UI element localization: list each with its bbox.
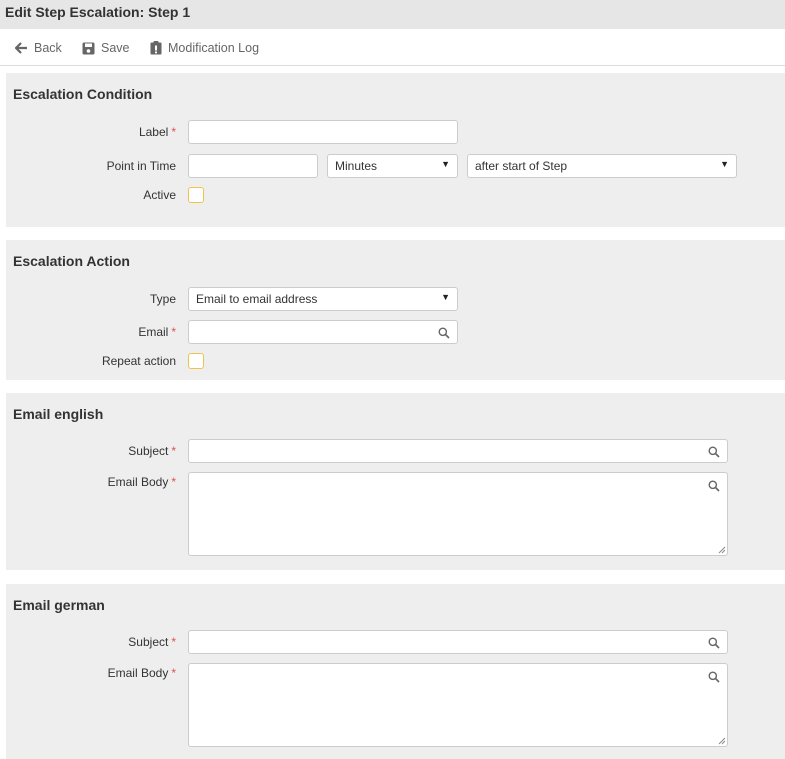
email-label: Email * xyxy=(138,325,176,339)
email-body-label: Email Body * xyxy=(107,666,176,680)
action-type-select[interactable]: Email to email address ▼ xyxy=(188,287,458,311)
resize-handle-icon[interactable] xyxy=(718,737,726,745)
section-heading: Email german xyxy=(13,597,105,613)
action-type-value: Email to email address xyxy=(196,292,318,306)
email-english-section: Email english Subject * Email Body * xyxy=(6,393,785,570)
modification-log-label: Modification Log xyxy=(168,41,260,55)
label-input[interactable] xyxy=(188,120,458,144)
modification-log-button[interactable]: Modification Log xyxy=(150,39,259,57)
search-icon[interactable] xyxy=(708,671,720,683)
time-unit-value: Minutes xyxy=(335,159,378,173)
save-label: Save xyxy=(101,41,130,55)
search-icon[interactable] xyxy=(708,480,720,492)
search-icon[interactable] xyxy=(438,327,450,339)
search-icon[interactable] xyxy=(708,637,720,649)
escalation-action-section: Escalation Action Type Email to email ad… xyxy=(6,240,785,380)
section-heading: Escalation Condition xyxy=(13,86,153,102)
point-in-time-label: Point in Time xyxy=(106,159,176,173)
active-checkbox[interactable] xyxy=(188,187,204,203)
type-label: Type xyxy=(149,292,176,306)
email-body-textarea-german[interactable] xyxy=(188,663,728,747)
email-input[interactable] xyxy=(188,320,458,344)
search-icon[interactable] xyxy=(708,446,720,458)
section-heading: Email english xyxy=(13,406,104,422)
floppy-disk-icon xyxy=(82,42,95,54)
section-heading: Escalation Action xyxy=(13,253,130,269)
toolbar: Back Save Modification Log xyxy=(0,29,785,66)
back-label: Back xyxy=(34,41,62,55)
active-label: Active xyxy=(143,188,176,202)
label-field-label: Label * xyxy=(138,125,176,139)
escalation-condition-section: Escalation Condition Label * Point in Tim… xyxy=(6,73,785,227)
repeat-action-checkbox[interactable] xyxy=(188,353,204,369)
dropdown-caret-icon: ▼ xyxy=(441,159,450,169)
subject-label: Subject * xyxy=(128,635,176,649)
resize-handle-icon[interactable] xyxy=(718,546,726,554)
clipboard-icon xyxy=(150,41,162,55)
time-unit-select[interactable]: Minutes ▼ xyxy=(327,154,458,178)
subject-label: Subject * xyxy=(128,444,176,458)
repeat-action-label: Repeat action xyxy=(101,354,176,368)
dropdown-caret-icon: ▼ xyxy=(720,159,729,169)
page-title: Edit Step Escalation: Step 1 xyxy=(0,0,785,29)
email-body-label: Email Body * xyxy=(107,475,176,489)
arrow-left-icon xyxy=(15,42,27,54)
subject-input-english[interactable] xyxy=(188,439,728,463)
email-body-textarea-english[interactable] xyxy=(188,472,728,556)
time-relation-value: after start of Step xyxy=(475,159,568,173)
subject-input-german[interactable] xyxy=(188,630,728,654)
dropdown-caret-icon: ▼ xyxy=(441,292,450,302)
back-button[interactable]: Back xyxy=(15,39,62,57)
email-german-section: Email german Subject * Email Body * xyxy=(6,584,785,759)
point-in-time-input[interactable] xyxy=(188,154,318,178)
save-button[interactable]: Save xyxy=(82,39,130,57)
time-relation-select[interactable]: after start of Step ▼ xyxy=(467,154,737,178)
